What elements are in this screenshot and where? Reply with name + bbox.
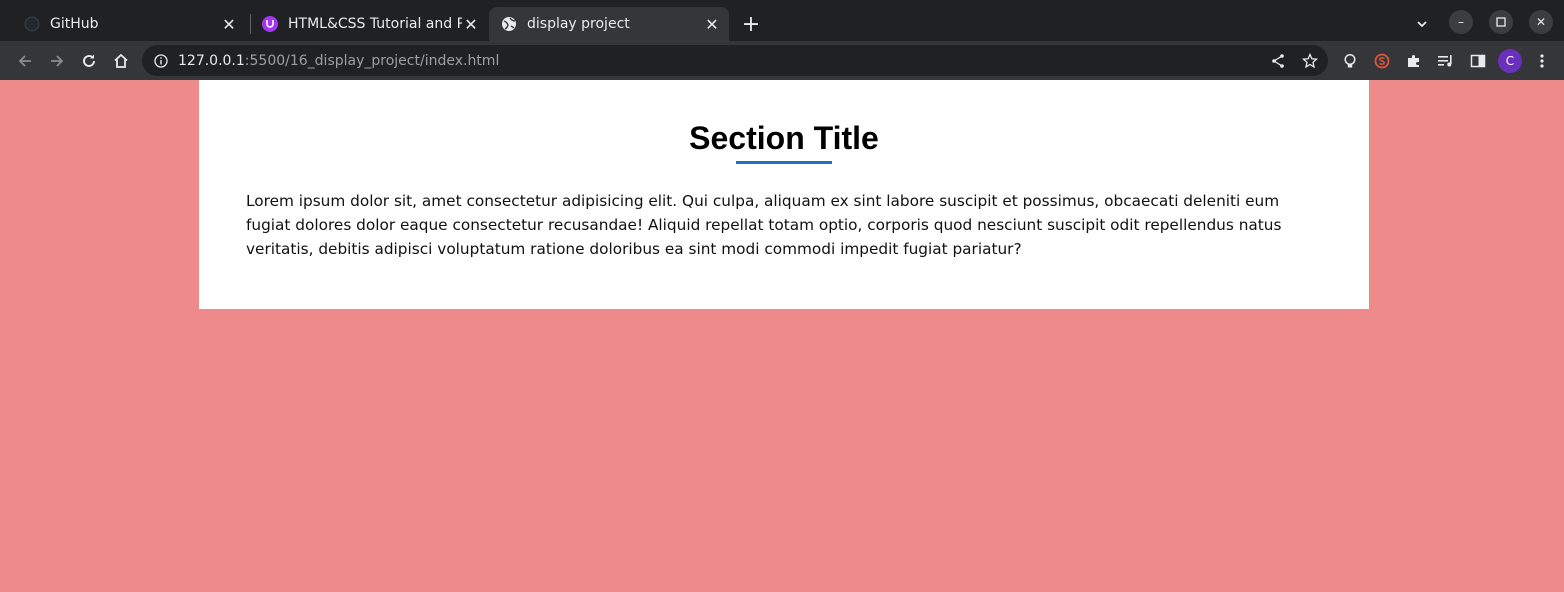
close-window-button[interactable]: ✕	[1529, 10, 1553, 34]
title-underline	[736, 161, 832, 164]
home-icon[interactable]	[109, 49, 133, 73]
address-bar[interactable]: 127.0.0.1:5500/16_display_project/index.…	[142, 45, 1328, 76]
maximize-button[interactable]	[1489, 10, 1513, 34]
bookmark-star-icon[interactable]	[1298, 49, 1322, 73]
lightbulb-extension-icon[interactable]	[1338, 49, 1362, 73]
forward-arrow-icon[interactable]	[45, 49, 69, 73]
tab-html-css-tutorial[interactable]: HTML&CSS Tutorial and P ✕	[252, 7, 488, 41]
svelte-extension-icon[interactable]	[1370, 49, 1394, 73]
page-viewport: Section Title Lorem ipsum dolor sit, ame…	[0, 80, 1564, 592]
tab-github[interactable]: GitHub ✕	[14, 7, 246, 41]
globe-icon	[501, 16, 517, 32]
side-panel-icon[interactable]	[1466, 49, 1490, 73]
udemy-icon	[262, 16, 278, 32]
extensions-puzzle-icon[interactable]	[1402, 49, 1426, 73]
tab-title: display project	[527, 16, 630, 32]
tab-title: HTML&CSS Tutorial and P	[288, 16, 462, 32]
close-icon[interactable]: ✕	[462, 15, 480, 34]
section-card: Section Title Lorem ipsum dolor sit, ame…	[199, 80, 1369, 309]
tab-strip: GitHub ✕ HTML&CSS Tutorial and P ✕ displ…	[0, 0, 1564, 41]
url-host: 127.0.0.1	[178, 52, 245, 69]
github-icon	[24, 16, 40, 32]
share-icon[interactable]	[1266, 49, 1290, 73]
media-playlist-icon[interactable]	[1434, 49, 1458, 73]
close-icon[interactable]: ✕	[703, 15, 721, 34]
back-arrow-icon[interactable]	[13, 49, 37, 73]
section-title: Section Title	[689, 120, 879, 156]
url-text[interactable]: 127.0.0.1:5500/16_display_project/index.…	[178, 53, 499, 69]
url-path: :5500/16_display_project/index.html	[244, 52, 500, 69]
tab-title: GitHub	[50, 16, 99, 32]
section-paragraph: Lorem ipsum dolor sit, amet consectetur …	[246, 192, 1282, 258]
site-info-icon[interactable]	[153, 53, 169, 69]
profile-avatar[interactable]: C	[1498, 49, 1522, 73]
more-menu-icon[interactable]	[1530, 49, 1554, 73]
close-icon[interactable]: ✕	[220, 15, 238, 34]
tab-display-project[interactable]: display project ✕	[489, 7, 729, 41]
tab-search-chevron-icon[interactable]	[1410, 12, 1434, 36]
minimize-button[interactable]: –	[1449, 10, 1473, 34]
tab-separator	[250, 14, 251, 34]
new-tab-button[interactable]: +	[739, 12, 763, 37]
reload-icon[interactable]	[77, 49, 101, 73]
browser-toolbar: 127.0.0.1:5500/16_display_project/index.…	[0, 41, 1564, 80]
